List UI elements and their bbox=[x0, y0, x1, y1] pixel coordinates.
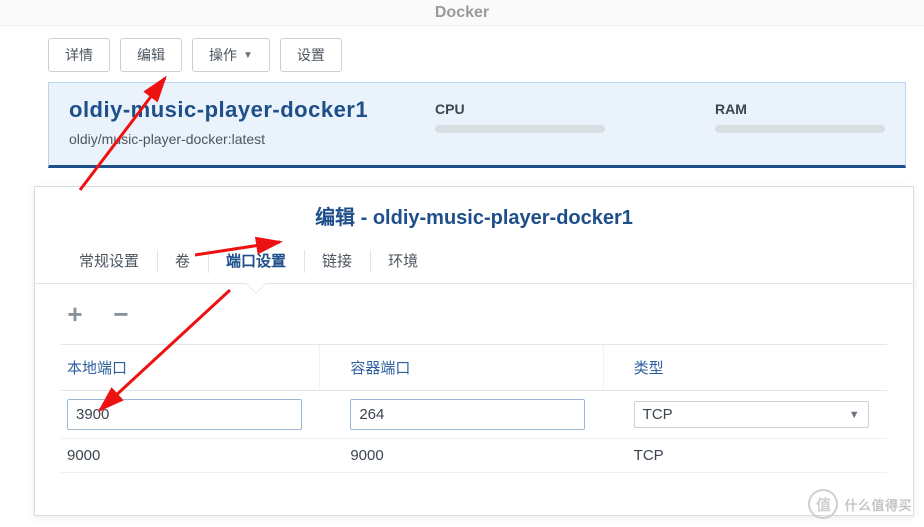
container-port-cell: 9000 bbox=[344, 439, 603, 472]
cpu-label: CPU bbox=[435, 101, 605, 117]
cpu-bar bbox=[435, 125, 605, 133]
docker-window: Docker 详情 编辑 操作 ▼ 设置 oldiy-music-player-… bbox=[0, 0, 924, 527]
local-port-cell: 9000 bbox=[61, 439, 320, 472]
tab-env[interactable]: 环境 bbox=[370, 240, 436, 283]
edit-button[interactable]: 编辑 bbox=[120, 38, 182, 72]
toolbar: 详情 编辑 操作 ▼ 设置 bbox=[0, 26, 924, 82]
remove-row-icon[interactable]: − bbox=[107, 300, 135, 328]
table-row[interactable]: 9000 9000 TCP bbox=[61, 439, 887, 473]
cpu-stat: CPU bbox=[435, 101, 605, 133]
chevron-down-icon: ▼ bbox=[849, 409, 860, 421]
port-grid: 本地端口 容器端口 类型 TCP ▼ 9000 9000 TCP bbox=[61, 344, 887, 473]
watermark-text: 什么值得买 bbox=[844, 495, 912, 514]
dialog-title: 编辑 - oldiy-music-player-docker1 bbox=[35, 187, 913, 240]
settings-button[interactable]: 设置 bbox=[280, 38, 342, 72]
caret-down-icon: ▼ bbox=[243, 50, 253, 61]
ram-bar bbox=[715, 125, 885, 133]
edit-dialog: 编辑 - oldiy-music-player-docker1 常规设置 卷 端… bbox=[34, 186, 914, 516]
container-port-input[interactable] bbox=[350, 399, 585, 430]
watermark: 值 什么值得买 bbox=[808, 489, 912, 519]
details-label: 详情 bbox=[65, 45, 93, 65]
tab-port[interactable]: 端口设置 bbox=[208, 240, 304, 283]
edit-label: 编辑 bbox=[137, 45, 165, 65]
tab-volume[interactable]: 卷 bbox=[157, 240, 208, 283]
type-value: TCP bbox=[643, 406, 673, 423]
tab-general[interactable]: 常规设置 bbox=[61, 240, 157, 283]
action-label: 操作 bbox=[209, 45, 237, 65]
watermark-badge-icon: 值 bbox=[808, 489, 838, 519]
grid-header: 本地端口 容器端口 类型 bbox=[61, 345, 887, 391]
settings-label: 设置 bbox=[297, 45, 325, 65]
container-image: oldiy/music-player-docker:latest bbox=[69, 131, 885, 147]
header-local-port[interactable]: 本地端口 bbox=[61, 345, 320, 390]
dialog-tabs: 常规设置 卷 端口设置 链接 环境 bbox=[35, 240, 913, 284]
tab-link[interactable]: 链接 bbox=[304, 240, 370, 283]
window-title: Docker bbox=[0, 0, 924, 26]
table-row[interactable]: TCP ▼ bbox=[61, 391, 887, 439]
header-container-port[interactable]: 容器端口 bbox=[344, 345, 603, 390]
type-cell: TCP bbox=[628, 439, 887, 472]
add-row-icon[interactable]: + bbox=[61, 300, 89, 328]
type-select[interactable]: TCP ▼ bbox=[634, 401, 869, 428]
ram-stat: RAM bbox=[715, 101, 885, 133]
container-card[interactable]: oldiy-music-player-docker1 oldiy/music-p… bbox=[48, 82, 906, 168]
row-action-icons: + − bbox=[35, 284, 913, 336]
header-type[interactable]: 类型 bbox=[628, 345, 887, 390]
container-stats: CPU RAM bbox=[435, 101, 885, 133]
local-port-input[interactable] bbox=[67, 399, 302, 430]
ram-label: RAM bbox=[715, 101, 885, 117]
action-dropdown-button[interactable]: 操作 ▼ bbox=[192, 38, 270, 72]
details-button[interactable]: 详情 bbox=[48, 38, 110, 72]
